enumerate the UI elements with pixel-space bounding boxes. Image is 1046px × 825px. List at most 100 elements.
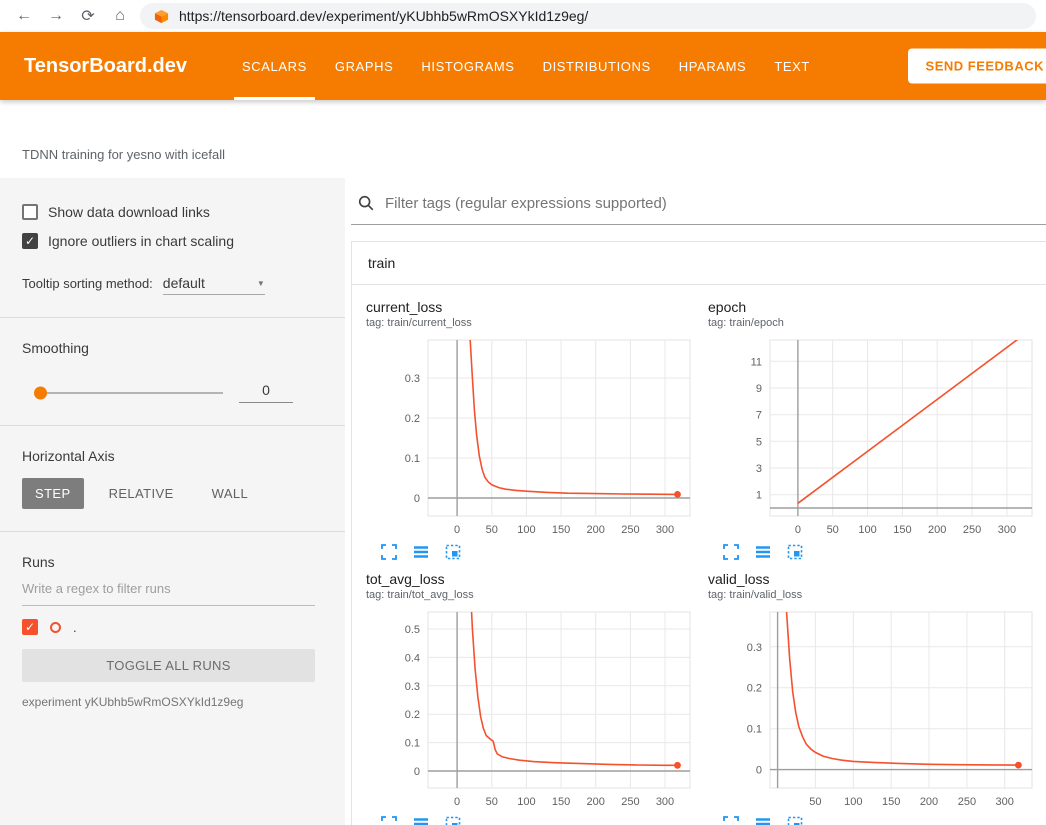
step-button[interactable]: STEP <box>22 478 84 509</box>
smoothing-value-input[interactable]: 0 <box>239 382 293 403</box>
svg-text:50: 50 <box>486 524 498 536</box>
svg-text:0.1: 0.1 <box>405 738 420 750</box>
fit-domain-button[interactable] <box>444 543 462 561</box>
svg-text:0: 0 <box>454 524 460 536</box>
svg-text:150: 150 <box>882 796 900 808</box>
chart-title: current_loss <box>366 299 708 315</box>
svg-text:0: 0 <box>414 493 420 505</box>
chart-actions <box>366 815 708 825</box>
reload-icon[interactable]: ⟳ <box>72 6 104 26</box>
tag-filter-input[interactable] <box>385 195 1040 212</box>
relative-button[interactable]: RELATIVE <box>96 478 187 509</box>
experiment-id: experiment yKUbhb5wRmOSXYkId1z9eg <box>22 695 315 709</box>
expand-chart-button[interactable] <box>722 543 740 561</box>
back-icon[interactable]: ← <box>8 7 40 25</box>
chart-title: valid_loss <box>708 571 1046 587</box>
svg-text:50: 50 <box>809 796 821 808</box>
chart-title: epoch <box>708 299 1046 315</box>
chart-tag: tag: train/current_loss <box>366 317 708 329</box>
nav-tabs: SCALARS GRAPHS HISTOGRAMS DISTRIBUTIONS … <box>228 32 824 100</box>
tag-filter-row <box>351 192 1046 225</box>
app-logo: TensorBoard.dev <box>24 55 202 78</box>
runs-label: Runs <box>22 554 315 570</box>
smoothing-slider[interactable] <box>36 392 223 394</box>
svg-text:0.2: 0.2 <box>747 683 762 695</box>
smoothing-label: Smoothing <box>22 340 315 356</box>
tooltip-sorting-select[interactable]: default ▼ <box>163 275 265 295</box>
tab-text[interactable]: TEXT <box>760 32 824 100</box>
run-checkbox[interactable]: ✓ <box>22 619 38 635</box>
svg-text:50: 50 <box>486 796 498 808</box>
line-chart[interactable]: 5010015020025030000.10.20.3 <box>708 606 1038 812</box>
svg-text:250: 250 <box>963 524 981 536</box>
send-feedback-button[interactable]: SEND FEEDBACK <box>908 49 1046 84</box>
chart-tag: tag: train/valid_loss <box>708 589 1046 601</box>
show-download-links-row[interactable]: Show data download links <box>22 204 315 220</box>
tab-hparams[interactable]: HPARAMS <box>665 32 761 100</box>
tooltip-sorting-label: Tooltip sorting method: <box>22 276 153 291</box>
svg-text:0.3: 0.3 <box>405 681 420 693</box>
svg-text:300: 300 <box>656 524 674 536</box>
expand-chart-button[interactable] <box>380 543 398 561</box>
expand-chart-button[interactable] <box>722 815 740 825</box>
svg-text:0.3: 0.3 <box>405 373 420 385</box>
runs-filter-input[interactable] <box>22 572 315 606</box>
address-bar[interactable]: https://tensorboard.dev/experiment/yKUbh… <box>140 3 1036 29</box>
home-icon[interactable]: ⌂ <box>104 7 136 25</box>
chart-actions <box>708 543 1046 561</box>
chart-actions <box>366 543 708 561</box>
checkbox-unchecked-icon[interactable] <box>22 204 38 220</box>
settings-sidebar: Show data download links ✓ Ignore outlie… <box>0 178 345 825</box>
experiment-title: TDNN training for yesno with icefall <box>22 147 225 162</box>
expand-chart-button[interactable] <box>380 815 398 825</box>
svg-text:0.1: 0.1 <box>747 724 762 736</box>
svg-text:0.1: 0.1 <box>405 453 420 465</box>
tab-scalars[interactable]: SCALARS <box>228 32 321 100</box>
svg-text:50: 50 <box>827 524 839 536</box>
svg-text:7: 7 <box>756 410 762 422</box>
svg-text:300: 300 <box>998 524 1016 536</box>
run-color-icon <box>50 622 61 633</box>
line-chart[interactable]: 05010015020025030000.10.20.30.40.5 <box>366 606 696 812</box>
fit-domain-button[interactable] <box>786 815 804 825</box>
svg-text:150: 150 <box>552 796 570 808</box>
ignore-outliers-row[interactable]: ✓ Ignore outliers in chart scaling <box>22 233 315 249</box>
runs-table-button[interactable] <box>754 815 772 825</box>
svg-text:11: 11 <box>751 356 762 368</box>
svg-text:0.4: 0.4 <box>405 652 420 664</box>
svg-text:150: 150 <box>552 524 570 536</box>
runs-table-button[interactable] <box>754 543 772 561</box>
run-name: . <box>73 620 77 635</box>
chart-actions <box>708 815 1046 825</box>
forward-icon[interactable]: → <box>40 7 72 25</box>
runs-table-button[interactable] <box>412 815 430 825</box>
tab-histograms[interactable]: HISTOGRAMS <box>407 32 528 100</box>
svg-text:100: 100 <box>858 524 876 536</box>
fit-domain-button[interactable] <box>444 815 462 825</box>
svg-text:200: 200 <box>587 796 605 808</box>
line-chart[interactable]: 0501001502002503001357911 <box>708 334 1038 540</box>
tab-distributions[interactable]: DISTRIBUTIONS <box>529 32 665 100</box>
runs-table-button[interactable] <box>412 543 430 561</box>
line-chart[interactable]: 05010015020025030000.10.20.3 <box>366 334 696 540</box>
charts-grid: current_loss tag: train/current_loss 0 50… <box>352 285 1046 825</box>
svg-text:150: 150 <box>893 524 911 536</box>
slider-thumb[interactable] <box>34 386 47 399</box>
smoothing-slider-row: 0 <box>22 382 315 403</box>
fit-domain-button[interactable] <box>786 543 804 561</box>
tab-graphs[interactable]: GRAPHS <box>321 32 408 100</box>
tag-group-header[interactable]: train <box>352 242 1046 285</box>
run-row[interactable]: ✓ . <box>22 619 315 635</box>
chart-block-valid-loss: valid_loss tag: train/valid_loss 5010015… <box>708 571 1046 825</box>
svg-text:0.3: 0.3 <box>747 642 762 654</box>
checkbox-checked-icon[interactable]: ✓ <box>22 233 38 249</box>
tag-group-card: train current_loss tag: train/current_lo… <box>351 241 1046 825</box>
tag-group-title: train <box>368 255 395 271</box>
tooltip-sorting-row: Tooltip sorting method: default ▼ <box>22 275 315 295</box>
toggle-all-runs-button[interactable]: TOGGLE ALL RUNS <box>22 649 315 682</box>
sidebar-divider <box>0 425 345 426</box>
chart-block-epoch: epoch tag: train/epoch 05010015020025030… <box>708 299 1046 561</box>
svg-text:200: 200 <box>587 524 605 536</box>
wall-button[interactable]: WALL <box>199 478 262 509</box>
search-icon <box>357 194 375 212</box>
